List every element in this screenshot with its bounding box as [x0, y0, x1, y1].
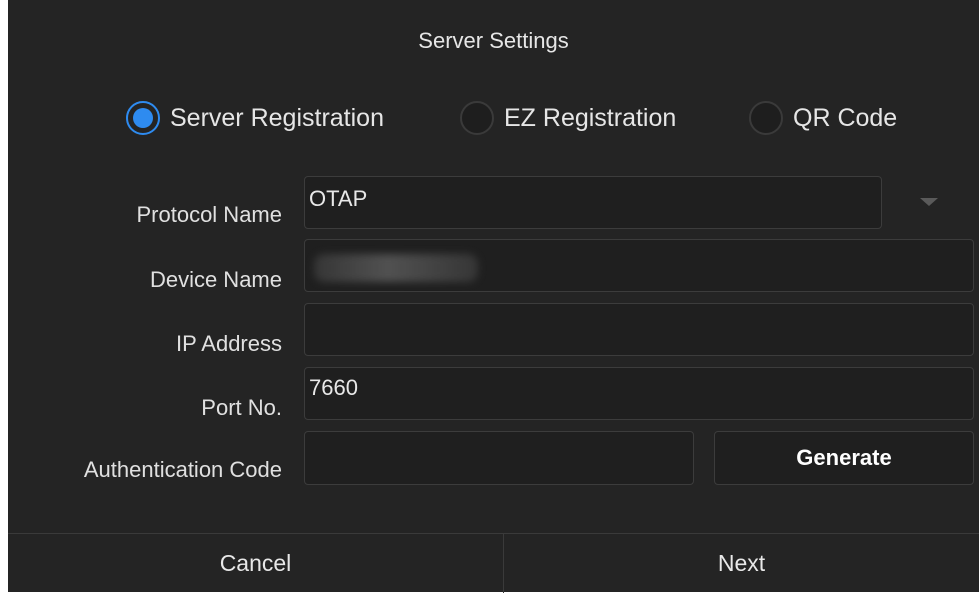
ip-address-label: IP Address — [176, 331, 282, 356]
radio-selected-icon — [126, 101, 160, 135]
device-name-label: Device Name — [149, 267, 282, 292]
dialog-title: Server Settings — [418, 28, 569, 53]
server-settings-dialog: Server Settings Server Registration EZ R… — [8, 0, 979, 593]
radio-label: EZ Registration — [504, 103, 677, 132]
port-no-field[interactable]: 7660 — [304, 367, 974, 420]
radio-label: QR Code — [793, 103, 898, 132]
radio-qr-code[interactable]: QR Code — [749, 98, 897, 138]
cancel-button[interactable]: Cancel — [8, 534, 503, 593]
authentication-code-field[interactable] — [304, 431, 694, 485]
protocol-name-select[interactable]: OTAP — [304, 176, 882, 229]
radio-label: Server Registration — [170, 103, 384, 132]
chevron-down-icon[interactable] — [920, 198, 938, 206]
port-no-value: 7660 — [309, 374, 358, 400]
protocol-name-label: Protocol Name — [136, 202, 282, 227]
registration-mode-group: Server Registration EZ Registration QR C… — [8, 98, 979, 138]
protocol-name-value: OTAP — [309, 185, 368, 211]
dialog-footer: Cancel Next — [8, 533, 979, 593]
ip-address-field[interactable] — [304, 303, 974, 356]
redacted-device-name — [314, 254, 478, 282]
generate-button[interactable]: Generate — [714, 431, 974, 485]
authentication-code-label: Authentication Code — [83, 457, 282, 482]
radio-unselected-icon — [749, 101, 783, 135]
port-no-label: Port No. — [201, 395, 282, 420]
next-button[interactable]: Next — [504, 534, 979, 593]
radio-server-registration[interactable]: Server Registration — [126, 98, 384, 138]
radio-ez-registration[interactable]: EZ Registration — [460, 98, 676, 138]
radio-unselected-icon — [460, 101, 494, 135]
